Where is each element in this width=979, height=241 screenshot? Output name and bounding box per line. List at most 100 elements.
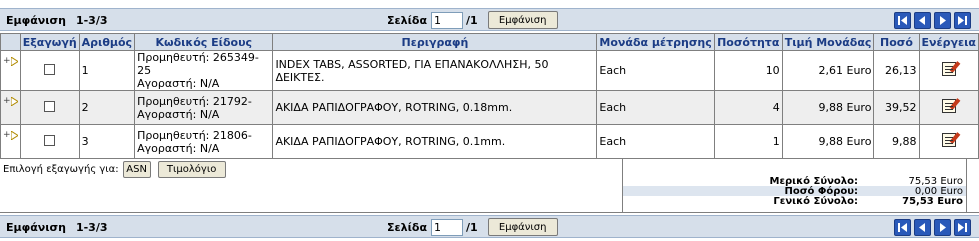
- row-unit-price: 2,61 Euro: [781, 50, 875, 91]
- col-unit-price: Τιμή Μονάδας: [781, 33, 875, 51]
- tax-row: Ποσό Φόρου: 0,00 Euro: [623, 186, 966, 197]
- edit-document-icon[interactable]: [941, 62, 956, 76]
- export-checkbox[interactable]: [44, 63, 56, 75]
- buyer-code: Αγοραστή: N/A: [137, 141, 220, 155]
- row-unit-price: 9,88 Euro: [781, 90, 875, 125]
- row-quantity: 10: [713, 50, 783, 91]
- tax-value: 0,00 Euro: [914, 186, 963, 197]
- page-label: Σελίδα: [387, 220, 427, 234]
- row-amount: 39,52: [873, 90, 920, 125]
- last-page-icon[interactable]: [954, 219, 971, 236]
- page-input[interactable]: [431, 11, 463, 29]
- expand-row-icon[interactable]: +: [3, 131, 18, 140]
- col-amount: Ποσό: [873, 33, 920, 51]
- supplier-code: Προμηθευτή: 21792-: [137, 94, 252, 108]
- pager-range: Εμφάνιση 1-3/3: [6, 14, 118, 27]
- export-selection: Επιλογή εξαγωγής για: ASN Τιμολόγιο: [3, 161, 226, 178]
- totals-panel: Μερικό Σύνολο: 75,53 Euro Ποσό Φόρου: 0,…: [622, 158, 967, 212]
- row-description: ΑΚΙΔΑ ΡΑΠΙΔΟΓΡΑΦΟΥ, ROTRING, 0.1mm.: [272, 124, 598, 159]
- edit-document-icon[interactable]: [941, 99, 956, 113]
- col-expand: [0, 33, 21, 51]
- prev-page-icon[interactable]: [914, 219, 931, 236]
- prev-page-icon[interactable]: [914, 12, 931, 29]
- subtotal-label: Μερικό Σύνολο:: [769, 176, 859, 187]
- buyer-code: Αγοραστή: N/A: [137, 77, 220, 90]
- row-number: 2: [78, 90, 136, 125]
- subtotal-value: 75,53 Euro: [908, 176, 963, 187]
- buyer-code: Αγοραστή: N/A: [137, 107, 220, 121]
- table-row: + 1 Προμηθευτή: 265349-25 Αγοραστή: N/A I…: [0, 50, 979, 91]
- pager-range: Εμφάνιση 1-3/3: [6, 221, 118, 234]
- item-code-cell: Προμηθευτή: 21806- Αγοραστή: N/A: [134, 124, 274, 159]
- export-checkbox-cell: [19, 124, 80, 159]
- row-expand-cell: +: [0, 124, 21, 159]
- row-quantity: 1: [713, 124, 783, 159]
- export-checkbox[interactable]: [44, 134, 56, 146]
- next-page-icon[interactable]: [934, 12, 951, 29]
- row-unit: Each: [596, 124, 715, 159]
- bottom-pager-bar: Εμφάνιση 1-3/3 Σελίδα /1 Εμφάνιση: [0, 215, 979, 238]
- col-unit: Μονάδα μέτρησης: [596, 33, 715, 51]
- pager-show-label: Εμφάνιση: [6, 221, 66, 234]
- page-selector: Σελίδα /1 Εμφάνιση: [387, 11, 558, 29]
- export-checkbox[interactable]: [44, 100, 56, 112]
- row-unit-price: 9,88 Euro: [781, 124, 875, 159]
- row-action-cell: [918, 124, 979, 159]
- item-code-cell: Προμηθευτή: 265349-25 Αγοραστή: N/A: [134, 50, 274, 91]
- row-unit: Each: [596, 90, 715, 125]
- top-pager-bar: Εμφάνιση 1-3/3 Σελίδα /1 Εμφάνιση: [0, 8, 979, 31]
- row-quantity: 4: [713, 90, 783, 125]
- pager-range-text: 1-3/3: [75, 221, 108, 234]
- page-selector: Σελίδα /1 Εμφάνιση: [387, 218, 558, 236]
- items-table: Εξαγωγή Αριθμός Κωδικός Είδους Περιγραφή…: [0, 33, 979, 159]
- next-page-icon[interactable]: [934, 219, 951, 236]
- col-number: Αριθμός: [78, 33, 136, 51]
- edit-document-icon[interactable]: [941, 133, 956, 147]
- col-description: Περιγραφή: [272, 33, 598, 51]
- row-action-cell: [918, 90, 979, 125]
- pager-nav: [894, 219, 971, 236]
- page-label: Σελίδα: [387, 13, 427, 27]
- supplier-code: Προμηθευτή: 21806-: [137, 128, 252, 142]
- divider: [0, 212, 979, 213]
- grand-total-value: 75,53 Euro: [902, 196, 963, 207]
- supplier-code: Προμηθευτή: 265349-25: [137, 51, 259, 77]
- expand-row-icon[interactable]: +: [3, 57, 18, 66]
- pager-nav: [894, 12, 971, 29]
- export-label: Επιλογή εξαγωγής για:: [3, 164, 119, 175]
- col-item-code: Κωδικός Είδους: [134, 33, 274, 51]
- page-of: /1: [466, 220, 478, 234]
- table-header-row: Εξαγωγή Αριθμός Κωδικός Είδους Περιγραφή…: [0, 33, 979, 51]
- show-page-button[interactable]: Εμφάνιση: [487, 11, 558, 29]
- col-quantity: Ποσότητα: [713, 33, 783, 51]
- page-input[interactable]: [431, 218, 463, 236]
- row-action-cell: [918, 50, 979, 91]
- row-expand-cell: +: [0, 90, 21, 125]
- invoice-button[interactable]: Τιμολόγιο: [157, 161, 226, 178]
- row-number: 1: [78, 50, 136, 91]
- subtotal-row: Μερικό Σύνολο: 75,53 Euro: [623, 176, 966, 187]
- grand-total-row: Γενικό Σύνολο: 75,53 Euro: [623, 196, 966, 207]
- item-code-cell: Προμηθευτή: 21792- Αγοραστή: N/A: [134, 90, 274, 125]
- last-page-icon[interactable]: [954, 12, 971, 29]
- row-description: INDEX TABS, ASSORTED, ΓΙΑ ΕΠΑΝΑΚΟΛΛΗΣΗ, …: [272, 50, 598, 91]
- asn-button[interactable]: ASN: [122, 161, 151, 178]
- row-number: 3: [78, 124, 136, 159]
- col-action: Ενέργεια: [918, 33, 979, 51]
- table-row: + 3 Προμηθευτή: 21806- Αγοραστή: N/A ΑΚΙΔ…: [0, 124, 979, 159]
- expand-row-icon[interactable]: +: [3, 97, 18, 106]
- pager-show-label: Εμφάνιση: [6, 14, 66, 27]
- tax-label: Ποσό Φόρου:: [784, 186, 858, 197]
- page-of: /1: [466, 13, 478, 27]
- first-page-icon[interactable]: [894, 12, 911, 29]
- col-export: Εξαγωγή: [19, 33, 80, 51]
- grand-total-label: Γενικό Σύνολο:: [773, 196, 858, 207]
- show-page-button[interactable]: Εμφάνιση: [487, 218, 558, 236]
- export-checkbox-cell: [19, 90, 80, 125]
- row-expand-cell: +: [0, 50, 21, 91]
- row-unit: Each: [596, 50, 715, 91]
- row-amount: 26,13: [873, 50, 920, 91]
- table-row: + 2 Προμηθευτή: 21792- Αγοραστή: N/A ΑΚΙΔ…: [0, 90, 979, 125]
- row-description: ΑΚΙΔΑ ΡΑΠΙΔΟΓΡΑΦΟΥ, ROTRING, 0.18mm.: [272, 90, 598, 125]
- first-page-icon[interactable]: [894, 219, 911, 236]
